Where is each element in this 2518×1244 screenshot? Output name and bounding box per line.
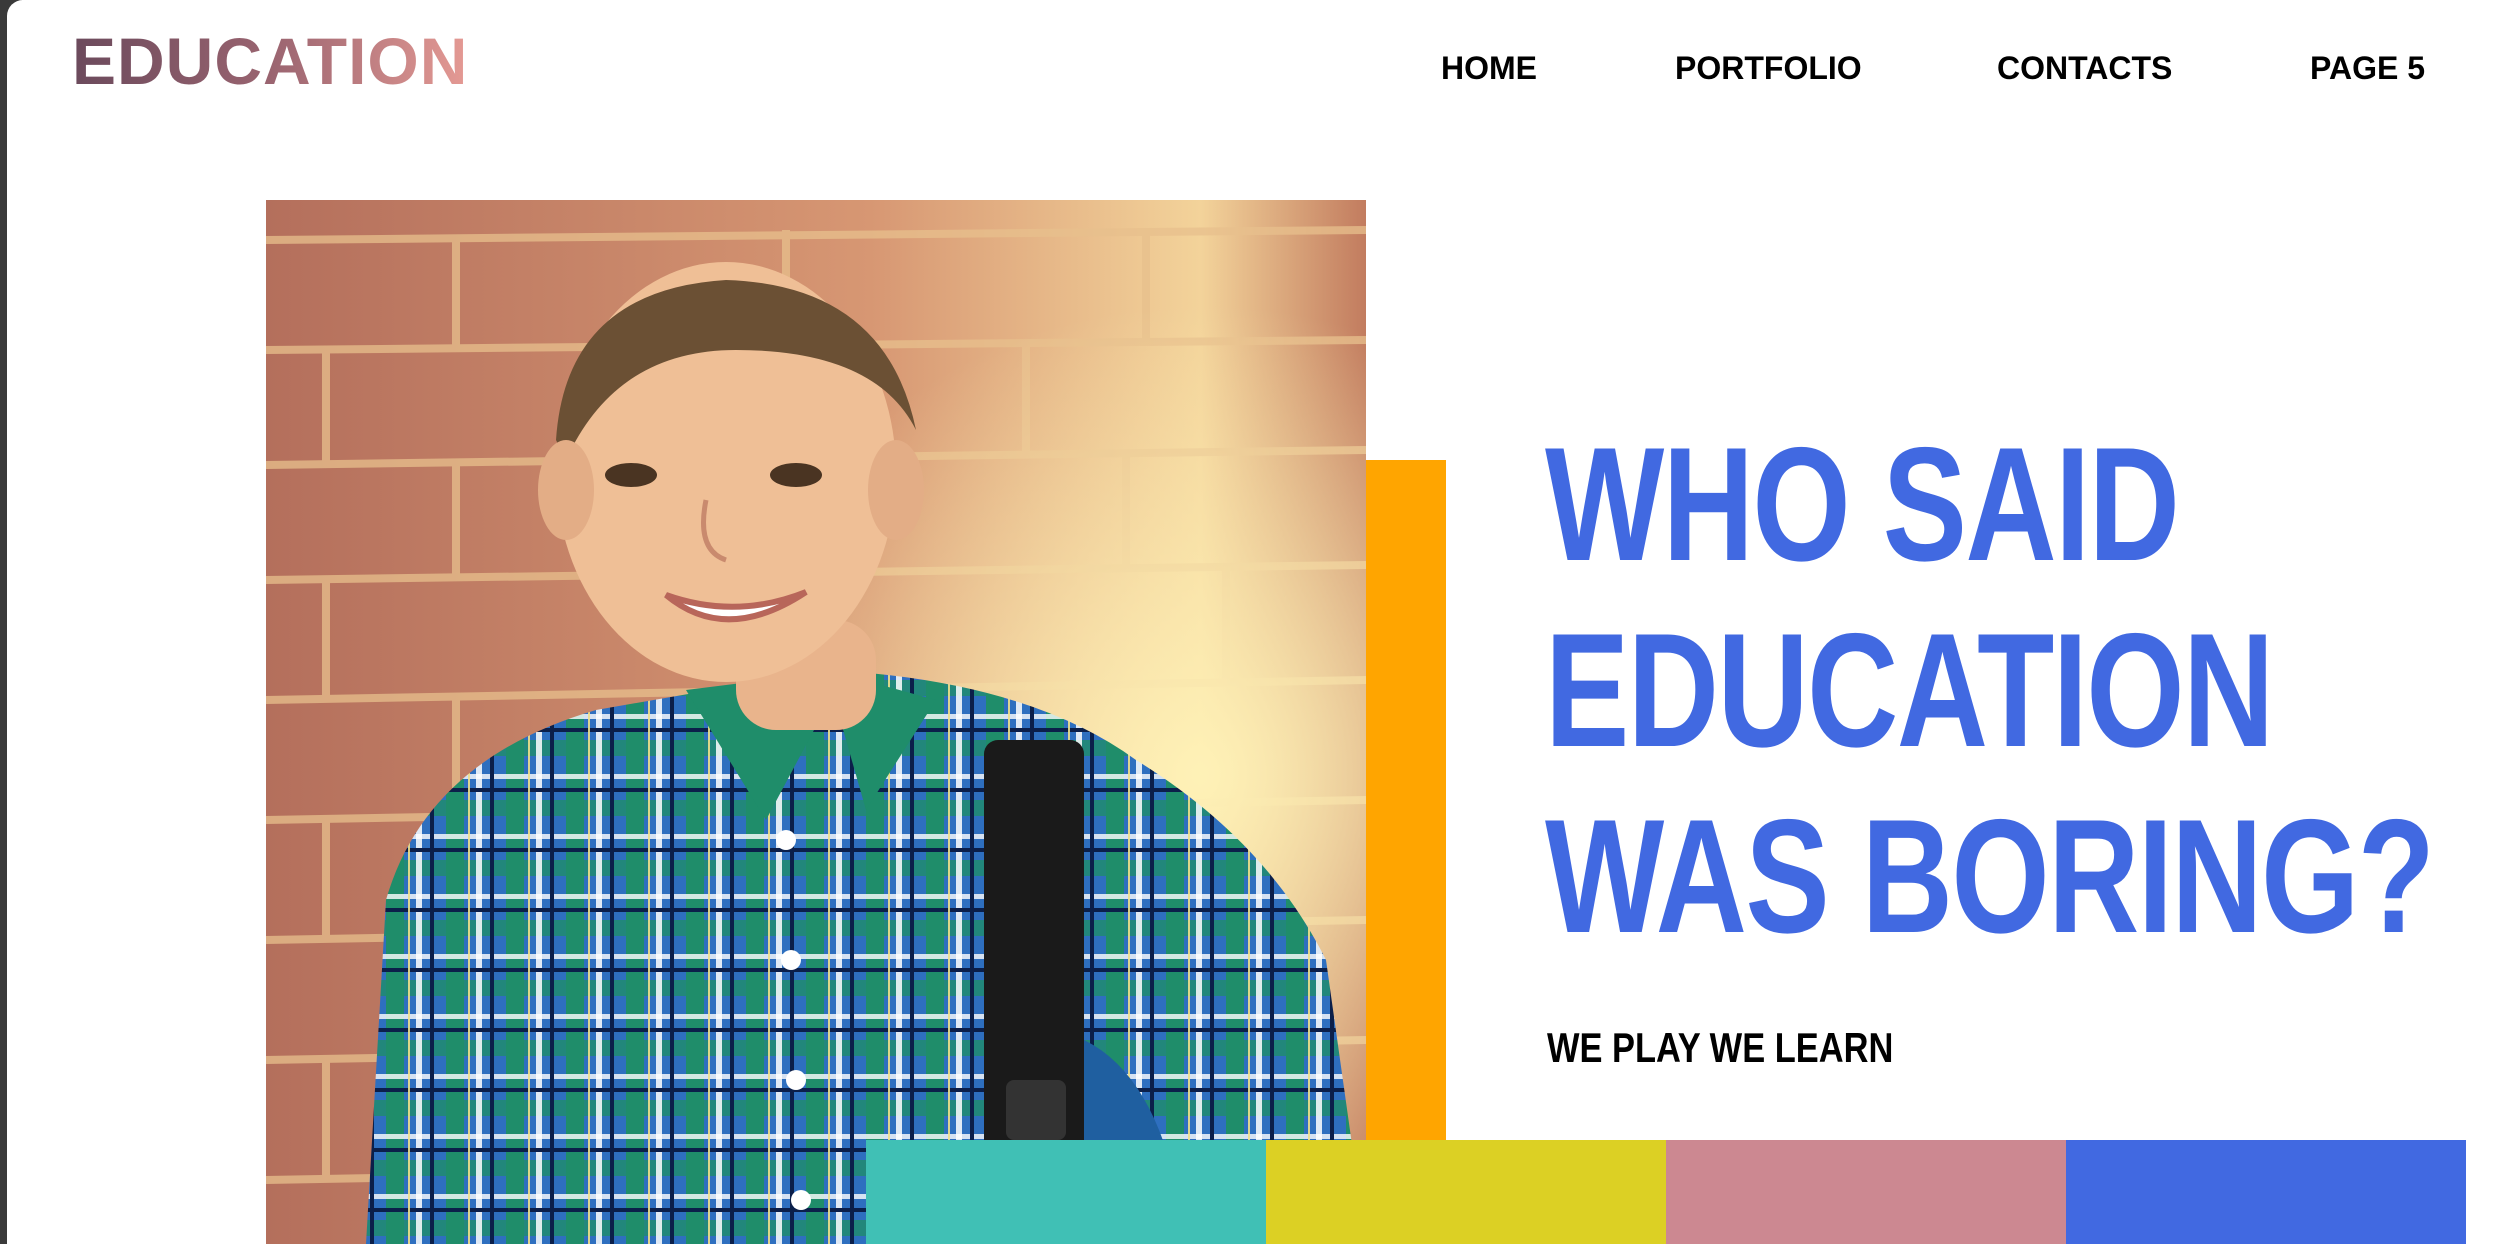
nav-item-home[interactable]: HOME (1441, 52, 1537, 84)
color-block-yellow (1266, 1140, 1666, 1244)
accent-bar (1366, 460, 1446, 1140)
color-block-blue (2066, 1140, 2466, 1244)
hero-photo (266, 200, 1366, 1244)
color-block-pink (1666, 1140, 2066, 1244)
main-nav: HOME PORTFOLIO CONTACTS PAGE 5 (0, 52, 2518, 92)
headline-line-3: WAS BORING? (1545, 786, 2435, 967)
color-block-teal (866, 1140, 1266, 1244)
hero-headline: WHO SAID EDUCATION WAS BORING? (1545, 412, 2435, 970)
hero-tagline: WE PLAY WE LEARN (1547, 1024, 1894, 1071)
page: EDUCATION HOME PORTFOLIO CONTACTS PAGE 5 (0, 0, 2518, 1244)
nav-item-page-5[interactable]: PAGE 5 (2310, 52, 2425, 84)
nav-item-contacts[interactable]: CONTACTS (1997, 52, 2172, 84)
headline-line-2: EDUCATION (1545, 600, 2274, 781)
hero-photo-illustration (266, 200, 1366, 1244)
nav-item-portfolio[interactable]: PORTFOLIO (1675, 52, 1862, 84)
headline-line-1: WHO SAID (1545, 414, 2180, 595)
window-frame-edge (0, 0, 7, 1244)
